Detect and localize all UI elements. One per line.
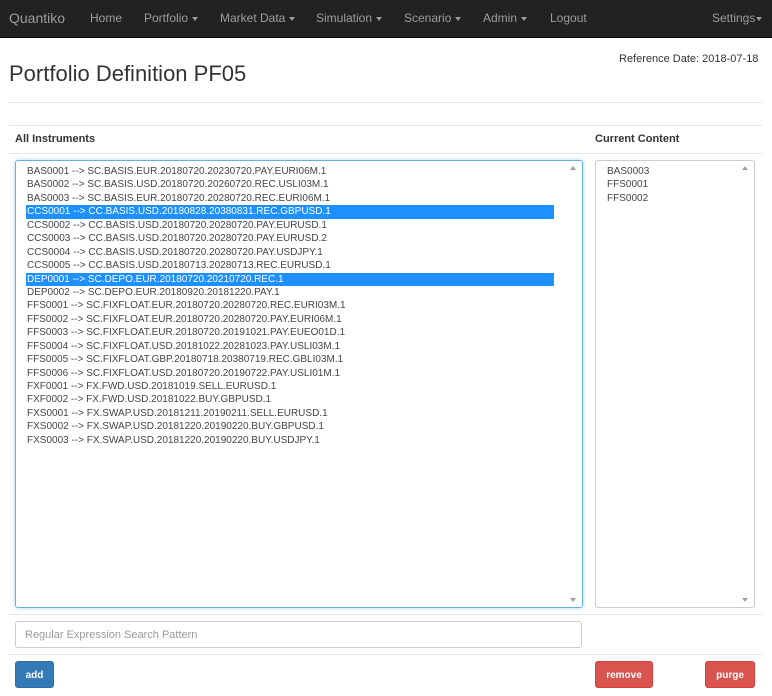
section-divider-actions — [9, 654, 762, 655]
instrument-option[interactable]: CCS0005 --> CC.BASIS.USD.20180713.202807… — [26, 259, 554, 272]
top-navbar: Quantiko Home Portfolio Market Data Simu… — [0, 0, 772, 38]
header-divider — [9, 102, 762, 103]
nav-home[interactable]: Home — [90, 11, 122, 25]
caret-down-icon — [455, 16, 462, 21]
brand-logo[interactable]: Quantiko — [9, 10, 65, 26]
instruments-scrollbar[interactable] — [565, 161, 582, 607]
section-divider-top — [9, 125, 762, 126]
instrument-option[interactable]: BAS0003 --> SC.BASIS.EUR.20180720.202807… — [26, 192, 554, 205]
instrument-option[interactable]: FXF0002 --> FX.FWD.USD.20181022.BUY.GBPU… — [26, 393, 554, 406]
caret-down-icon — [289, 16, 296, 21]
instrument-option[interactable]: CCS0002 --> CC.BASIS.USD.20180720.202807… — [26, 219, 554, 232]
content-option[interactable]: FFS0002 — [606, 192, 726, 205]
all-instruments-listbox[interactable]: BAS0001 --> SC.BASIS.EUR.20180720.202307… — [15, 160, 583, 608]
remove-button[interactable]: remove — [595, 661, 653, 688]
caret-down-icon — [376, 16, 383, 21]
section-divider-bottom — [9, 614, 762, 615]
add-button[interactable]: add — [15, 661, 54, 688]
nav-settings-label: Settings — [712, 11, 756, 25]
nav-scenario-dropdown[interactable]: Scenario — [404, 11, 462, 25]
reference-date: Reference Date: 2018-07-18 — [619, 53, 759, 65]
content-scrollbar[interactable] — [737, 161, 754, 607]
nav-portfolio-label: Portfolio — [144, 11, 189, 25]
instrument-option[interactable]: FXS0003 --> FX.SWAP.USD.20181220.2019022… — [26, 434, 554, 447]
caret-down-icon — [192, 16, 199, 21]
instrument-option[interactable]: DEP0002 --> SC.DEPO.EUR.20180920.2018122… — [26, 286, 554, 299]
instrument-option[interactable]: FFS0003 --> SC.FIXFLOAT.EUR.20180720.201… — [26, 326, 554, 339]
instrument-option[interactable]: CCS0003 --> CC.BASIS.USD.20180720.202807… — [26, 232, 554, 245]
nav-logout[interactable]: Logout — [550, 11, 587, 25]
caret-down-icon — [756, 16, 763, 21]
current-content-heading: Current Content — [595, 133, 680, 145]
content-options: BAS0003 FFS0001 FFS0002 — [606, 165, 726, 205]
nav-simulation-dropdown[interactable]: Simulation — [316, 11, 383, 25]
instrument-options: BAS0001 --> SC.BASIS.EUR.20180720.202307… — [26, 165, 554, 447]
content-option[interactable]: BAS0003 — [606, 165, 726, 178]
instrument-option[interactable]: FXS0001 --> FX.SWAP.USD.20181211.2019021… — [26, 407, 554, 420]
scroll-up-arrow-icon[interactable] — [570, 166, 576, 170]
current-content-listbox[interactable]: BAS0003 FFS0001 FFS0002 — [595, 160, 755, 608]
instrument-option[interactable]: FXS0002 --> FX.SWAP.USD.20181220.2019022… — [26, 420, 554, 433]
nav-portfolio-dropdown[interactable]: Portfolio — [144, 11, 199, 25]
regex-search-input[interactable] — [15, 621, 582, 648]
instrument-option[interactable]: DEP0001 --> SC.DEPO.EUR.20180720.2021072… — [26, 272, 554, 286]
instrument-option[interactable]: FFS0004 --> SC.FIXFLOAT.USD.20181022.202… — [26, 340, 554, 353]
scroll-down-arrow-icon[interactable] — [570, 598, 576, 602]
scroll-up-arrow-icon[interactable] — [742, 166, 748, 170]
instrument-option[interactable]: FFS0005 --> SC.FIXFLOAT.GBP.20180718.203… — [26, 353, 554, 366]
instrument-option[interactable]: FFS0002 --> SC.FIXFLOAT.EUR.20180720.202… — [26, 313, 554, 326]
nav-simulation-label: Simulation — [316, 11, 373, 25]
instrument-option[interactable]: CCS0004 --> CC.BASIS.USD.20180720.202807… — [26, 246, 554, 259]
instrument-option[interactable]: FXF0001 --> FX.FWD.USD.20181019.SELL.EUR… — [26, 380, 554, 393]
content-option[interactable]: FFS0001 — [606, 178, 726, 191]
caret-down-icon — [521, 16, 528, 21]
all-instruments-heading: All Instruments — [15, 133, 96, 145]
section-divider-heading — [9, 153, 762, 154]
nav-scenario-label: Scenario — [404, 11, 452, 25]
nav-settings-dropdown[interactable]: Settings — [712, 11, 763, 25]
instrument-option[interactable]: FFS0006 --> SC.FIXFLOAT.USD.20180720.201… — [26, 367, 554, 380]
page-title: Portfolio Definition PF05 — [9, 61, 247, 86]
nav-home-label: Home — [90, 11, 123, 25]
nav-market-data-label: Market Data — [220, 11, 286, 25]
purge-button[interactable]: purge — [705, 661, 755, 688]
nav-logout-label: Logout — [550, 11, 587, 25]
instrument-option[interactable]: BAS0002 --> SC.BASIS.USD.20180720.202607… — [26, 178, 554, 191]
instrument-option[interactable]: FFS0001 --> SC.FIXFLOAT.EUR.20180720.202… — [26, 299, 554, 312]
instrument-option[interactable]: BAS0001 --> SC.BASIS.EUR.20180720.202307… — [26, 165, 554, 178]
scroll-down-arrow-icon[interactable] — [742, 598, 748, 602]
nav-market-data-dropdown[interactable]: Market Data — [220, 11, 296, 25]
nav-admin-dropdown[interactable]: Admin — [483, 11, 528, 25]
instrument-option[interactable]: CCS0001 --> CC.BASIS.USD.20180828.203808… — [26, 205, 554, 219]
nav-admin-label: Admin — [483, 11, 518, 25]
